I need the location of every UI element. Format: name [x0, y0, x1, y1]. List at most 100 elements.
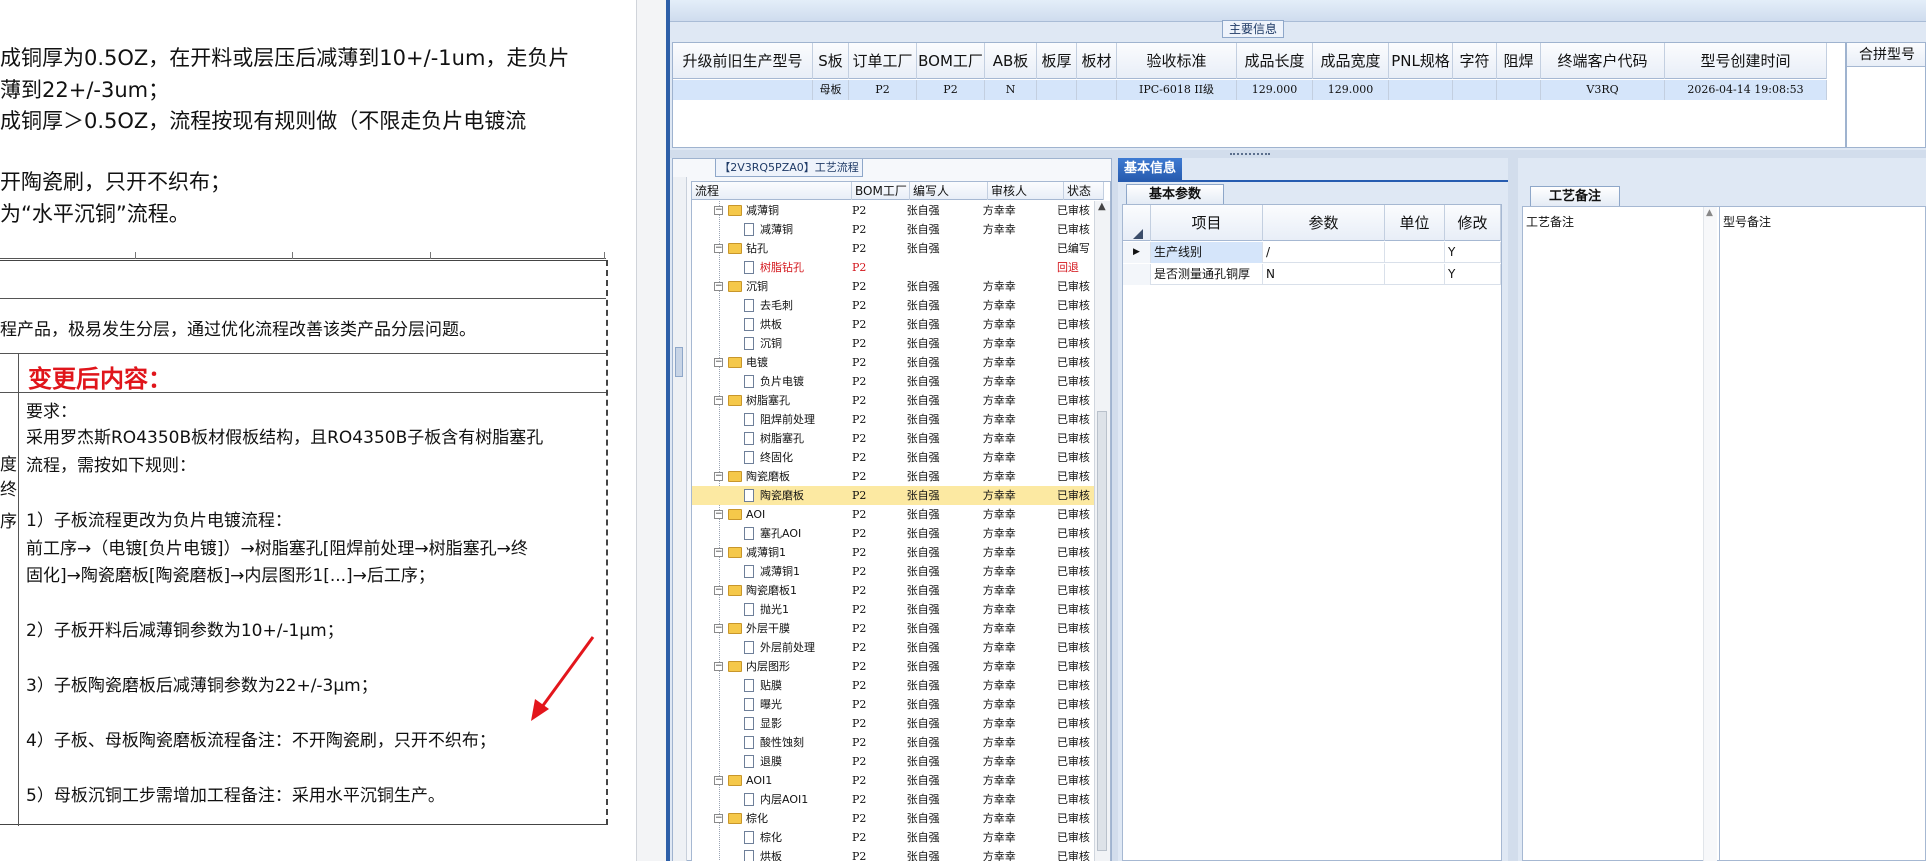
- collapse-icon[interactable]: −: [714, 662, 723, 671]
- grid-cell[interactable]: P2: [849, 80, 917, 100]
- column-header[interactable]: 单位: [1385, 205, 1445, 241]
- tab-basic-params[interactable]: 基本参数: [1126, 184, 1224, 204]
- step-name-cell[interactable]: 沉铜: [692, 334, 848, 353]
- step-name-cell[interactable]: 棕化: [692, 828, 848, 847]
- collapse-icon[interactable]: −: [714, 358, 723, 367]
- step-name-cell[interactable]: − 棕化: [692, 809, 848, 828]
- collapse-icon[interactable]: −: [714, 206, 723, 215]
- scroll-up-icon[interactable]: ▲: [1098, 201, 1106, 212]
- step-name-cell[interactable]: 塞孔AOI: [692, 524, 848, 543]
- param-row[interactable]: ▶ 生产线别 / Y: [1123, 242, 1501, 263]
- step-name-cell[interactable]: 酸性蚀刻: [692, 733, 848, 752]
- process-step-row[interactable]: 显影 P2 张自强 方幸幸 已审核: [692, 714, 1094, 733]
- column-header[interactable]: 修改: [1445, 205, 1501, 241]
- process-step-row[interactable]: 塞孔AOI P2 张自强 方幸幸 已审核: [692, 524, 1094, 543]
- param-row[interactable]: 是否测量通孔铜厚 N Y: [1123, 264, 1501, 285]
- step-name-cell[interactable]: 烘板: [692, 315, 848, 334]
- grid-cell[interactable]: [1389, 80, 1453, 100]
- step-name-cell[interactable]: − 内层图形: [692, 657, 848, 676]
- process-step-row[interactable]: − 树脂塞孔 P2 张自强 方幸幸 已审核: [692, 391, 1094, 410]
- remark-vscroll[interactable]: ▲: [1703, 207, 1717, 861]
- column-header[interactable]: 成品宽度: [1313, 43, 1389, 79]
- scroll-up-icon[interactable]: ▲: [1706, 208, 1713, 218]
- column-header[interactable]: 阻焊: [1497, 43, 1541, 79]
- step-name-cell[interactable]: 退膜: [692, 752, 848, 771]
- step-name-cell[interactable]: 烘板: [692, 847, 848, 861]
- grid-cell[interactable]: V3RQ: [1541, 80, 1665, 100]
- collapse-icon[interactable]: −: [714, 776, 723, 785]
- param-unit-cell[interactable]: [1385, 242, 1445, 263]
- param-modify-cell[interactable]: Y: [1445, 242, 1501, 263]
- collapse-icon[interactable]: −: [714, 510, 723, 519]
- grid-cell[interactable]: P2: [917, 80, 985, 100]
- collapse-icon[interactable]: −: [714, 396, 723, 405]
- column-header[interactable]: AB板: [985, 43, 1037, 79]
- column-header[interactable]: 板材: [1077, 43, 1117, 79]
- tab-process-remark[interactable]: 工艺备注: [1530, 186, 1620, 206]
- grid-cell[interactable]: [1497, 80, 1541, 100]
- param-value-cell[interactable]: /: [1263, 242, 1385, 263]
- grid-cell[interactable]: IPC-6018 II级: [1117, 80, 1237, 100]
- column-header[interactable]: 验收标准: [1117, 43, 1237, 79]
- column-header[interactable]: S板: [813, 43, 849, 79]
- step-name-cell[interactable]: 负片电镀: [692, 372, 848, 391]
- process-step-row[interactable]: 树脂钻孔 P2 回退: [692, 258, 1094, 277]
- param-value-cell[interactable]: N: [1263, 264, 1385, 285]
- column-header[interactable]: 字符: [1453, 43, 1497, 79]
- collapse-strip[interactable]: [673, 177, 687, 861]
- process-step-row[interactable]: − 减薄铜1 P2 张自强 方幸幸 已审核: [692, 543, 1094, 562]
- step-name-cell[interactable]: − 减薄铜: [692, 201, 848, 220]
- grid-cell[interactable]: N: [985, 80, 1037, 100]
- collapse-icon[interactable]: −: [714, 624, 723, 633]
- grid-cell[interactable]: 129.000: [1313, 80, 1389, 100]
- param-item-cell[interactable]: 生产线别: [1151, 242, 1263, 263]
- column-header[interactable]: 订单工厂: [849, 43, 917, 79]
- expand-handle-icon[interactable]: [675, 347, 683, 377]
- process-step-row[interactable]: 烘板 P2 张自强 方幸幸 已审核: [692, 847, 1094, 861]
- step-name-cell[interactable]: 减薄铜: [692, 220, 848, 239]
- step-name-cell[interactable]: 抛光1: [692, 600, 848, 619]
- vertical-splitter[interactable]: [1508, 158, 1518, 861]
- step-name-cell[interactable]: − 减薄铜1: [692, 543, 848, 562]
- grid-cell[interactable]: 129.000: [1237, 80, 1313, 100]
- column-header[interactable]: 型号创建时间: [1665, 43, 1827, 79]
- process-step-row[interactable]: − 电镀 P2 张自强 方幸幸 已审核: [692, 353, 1094, 372]
- process-step-row[interactable]: 曝光 P2 张自强 方幸幸 已审核: [692, 695, 1094, 714]
- column-header[interactable]: BOM工厂: [852, 182, 910, 200]
- process-step-row[interactable]: 沉铜 P2 张自强 方幸幸 已审核: [692, 334, 1094, 353]
- step-name-cell[interactable]: − 树脂塞孔: [692, 391, 848, 410]
- process-step-row[interactable]: 终固化 P2 张自强 方幸幸 已审核: [692, 448, 1094, 467]
- process-step-row[interactable]: 阻焊前处理 P2 张自强 方幸幸 已审核: [692, 410, 1094, 429]
- column-header[interactable]: 升级前旧生产型号: [673, 43, 813, 79]
- column-header[interactable]: 编写人: [910, 182, 988, 200]
- step-name-cell[interactable]: 阻焊前处理: [692, 410, 848, 429]
- collapse-icon[interactable]: −: [714, 472, 723, 481]
- process-step-row[interactable]: 减薄铜 P2 张自强 方幸幸 已审核: [692, 220, 1094, 239]
- step-name-cell[interactable]: 树脂塞孔: [692, 429, 848, 448]
- splitter-grip-icon[interactable]: [1230, 153, 1270, 155]
- process-step-row[interactable]: − AOI1 P2 张自强 方幸幸 已审核: [692, 771, 1094, 790]
- process-step-row[interactable]: − 沉铜 P2 张自强 方幸幸 已审核: [692, 277, 1094, 296]
- process-step-row[interactable]: 烘板 P2 张自强 方幸幸 已审核: [692, 315, 1094, 334]
- process-step-row[interactable]: 退膜 P2 张自强 方幸幸 已审核: [692, 752, 1094, 771]
- column-header[interactable]: 终端客户代码: [1541, 43, 1665, 79]
- step-name-cell[interactable]: 内层AOI1: [692, 790, 848, 809]
- model-remark-field[interactable]: 型号备注: [1720, 207, 1926, 861]
- sort-corner-icon[interactable]: [1133, 229, 1143, 239]
- collapse-icon[interactable]: −: [714, 244, 723, 253]
- param-unit-cell[interactable]: [1385, 264, 1445, 285]
- step-name-cell[interactable]: 显影: [692, 714, 848, 733]
- process-step-row[interactable]: 酸性蚀刻 P2 张自强 方幸幸 已审核: [692, 733, 1094, 752]
- param-item-cell[interactable]: 是否测量通孔铜厚: [1151, 264, 1263, 285]
- grid-cell[interactable]: [1037, 80, 1077, 100]
- process-step-row[interactable]: − 陶瓷磨板 P2 张自强 方幸幸 已审核: [692, 467, 1094, 486]
- column-header[interactable]: 板厚: [1037, 43, 1077, 79]
- collapse-icon[interactable]: −: [714, 586, 723, 595]
- step-name-cell[interactable]: − 钻孔: [692, 239, 848, 258]
- collapse-icon[interactable]: −: [714, 548, 723, 557]
- param-modify-cell[interactable]: Y: [1445, 264, 1501, 285]
- column-header[interactable]: 项目: [1151, 205, 1263, 241]
- step-name-cell[interactable]: 贴膜: [692, 676, 848, 695]
- vscroll-thumb[interactable]: [1097, 411, 1107, 851]
- process-step-row[interactable]: 棕化 P2 张自强 方幸幸 已审核: [692, 828, 1094, 847]
